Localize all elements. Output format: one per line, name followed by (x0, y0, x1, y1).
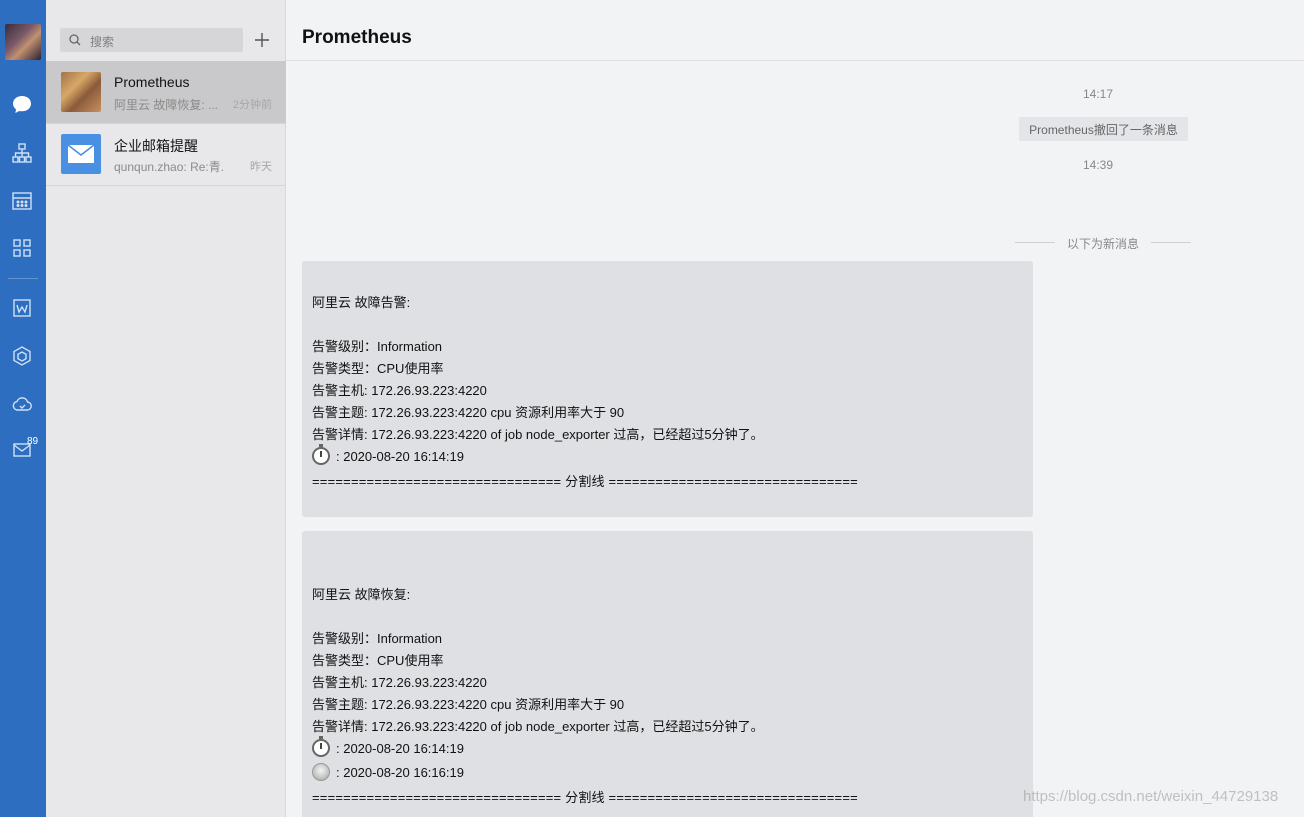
recall-notice: Prometheus撤回了一条消息 (1019, 117, 1188, 141)
alert-level: 告警级别：Information (312, 631, 443, 646)
alert-level: 告警级别：Information (312, 339, 443, 354)
chat-header: Prometheus (286, 0, 1304, 61)
cloud-icon[interactable] (11, 393, 33, 415)
timestamp: 14:39 (1083, 158, 1114, 172)
apps-icon[interactable] (11, 237, 33, 259)
session-time: 昨天 (250, 161, 272, 173)
alert-subject: 告警主题: 172.26.93.223:4220 cpu 资源利用率大于 90 (312, 405, 625, 420)
message-divider: ================================ 分割线 ===… (312, 790, 858, 805)
alert-start-time: : 2020-08-20 16:14:19 (312, 444, 464, 465)
session-preview: qunqun.zhao: Re:青... (114, 160, 224, 174)
envelope-icon (67, 144, 95, 163)
alert-host: 告警主机: 172.26.93.223:4220 (312, 675, 487, 690)
session-preview: 阿里云 故障恢复: ... (114, 98, 219, 112)
mail-avatar (61, 134, 101, 174)
stopwatch-icon (312, 444, 330, 465)
session-name: Prometheus (114, 74, 190, 90)
alert-type: 告警类型：CPU使用率 (312, 653, 444, 668)
session-name: 企业邮箱提醒 (114, 138, 198, 154)
plus-icon (255, 33, 269, 47)
session-time: 2分钟前 (232, 99, 272, 111)
chat-icon[interactable] (11, 94, 33, 116)
rail-divider (8, 278, 38, 279)
search-input[interactable]: 搜索 (60, 28, 243, 52)
prometheus-avatar (61, 72, 101, 112)
user-avatar[interactable] (5, 24, 41, 60)
new-messages-label: 以下为新消息 (1067, 237, 1140, 251)
message-bubble[interactable]: 阿里云 故障告警: 告警级别：Information 告警类型：CPU使用率 告… (302, 261, 1033, 517)
alert-end-time: : 2020-08-20 16:16:19 (312, 763, 464, 781)
alert-host: 告警主机: 172.26.93.223:4220 (312, 383, 487, 398)
shell-icon (312, 763, 330, 781)
alert-subject: 告警主题: 172.26.93.223:4220 cpu 资源利用率大于 90 (312, 697, 625, 712)
alert-start-time: : 2020-08-20 16:14:19 (312, 736, 464, 757)
session-item-mail[interactable]: 企业邮箱提醒 qunqun.zhao: Re:青... 昨天 (46, 123, 286, 185)
watermark: https://blog.csdn.net/weixin_44729138 (1023, 788, 1279, 805)
search-placeholder: 搜索 (90, 35, 115, 49)
message-bubble[interactable]: 阿里云 故障恢复: 告警级别：Information 告警类型：CPU使用率 告… (302, 531, 1033, 817)
message-divider: ================================ 分割线 ===… (312, 474, 858, 489)
alert-detail: 告警详情: 172.26.93.223:4220 of job node_exp… (312, 427, 764, 442)
session-list: 搜索 Prometheus 阿里云 故障恢复: ... 2分钟前 企业邮箱提醒 … (46, 0, 286, 817)
org-icon[interactable] (11, 142, 33, 164)
session-item-prometheus[interactable]: Prometheus 阿里云 故障恢复: ... 2分钟前 (46, 61, 286, 123)
calendar-icon[interactable] (11, 190, 33, 212)
alert-detail: 告警详情: 172.26.93.223:4220 of job node_exp… (312, 719, 764, 734)
search-icon (69, 34, 81, 46)
message-heading: 阿里云 故障告警: (312, 295, 411, 310)
timestamp: 14:17 (1083, 87, 1114, 101)
box-icon[interactable] (11, 345, 33, 367)
chat-panel: Prometheus 14:17 Prometheus撤回了一条消息 14:39… (286, 0, 1304, 817)
stopwatch-icon (312, 736, 330, 757)
doc-icon[interactable] (11, 297, 33, 319)
chat-title: Prometheus (302, 27, 412, 48)
new-messages-divider: 以下为新消息 (1015, 233, 1191, 251)
mail-badge: 89 (27, 436, 39, 447)
divider (46, 185, 286, 186)
message-heading: 阿里云 故障恢复: (312, 587, 411, 602)
alert-type: 告警类型：CPU使用率 (312, 361, 444, 376)
left-rail: 89 (0, 0, 46, 817)
add-button[interactable] (251, 28, 273, 52)
